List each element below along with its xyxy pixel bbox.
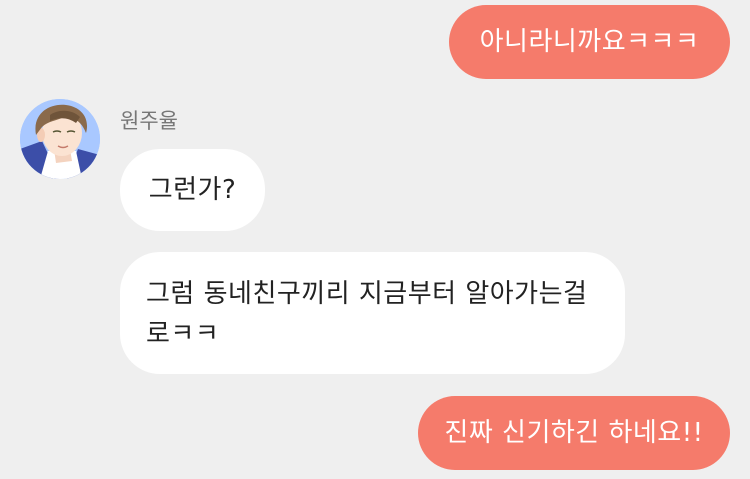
outgoing-message-bubble[interactable]: 아니라니까요ㅋㅋㅋ	[449, 5, 730, 79]
sender-avatar[interactable]	[20, 99, 100, 179]
sender-name: 원주율	[120, 109, 178, 133]
chat-conversation: 아니라니까요ㅋㅋㅋ 원주율 그런가? 그럼 동네친구끼리 지금부터 알아가는걸로…	[0, 0, 750, 479]
message-text: 그런가?	[148, 175, 237, 205]
outgoing-message-bubble[interactable]: 진짜 신기하긴 하네요!!	[418, 396, 730, 470]
incoming-message-bubble[interactable]: 그럼 동네친구끼리 지금부터 알아가는걸로ㅋㅋ	[120, 252, 625, 374]
incoming-message-bubble[interactable]: 그런가?	[120, 149, 265, 231]
message-text: 진짜 신기하긴 하네요!!	[444, 418, 704, 448]
boy-portrait-icon	[20, 99, 100, 179]
message-text: 아니라니까요ㅋㅋㅋ	[479, 27, 700, 57]
message-text: 그럼 동네친구끼리 지금부터 알아가는걸로ㅋㅋ	[146, 279, 588, 349]
